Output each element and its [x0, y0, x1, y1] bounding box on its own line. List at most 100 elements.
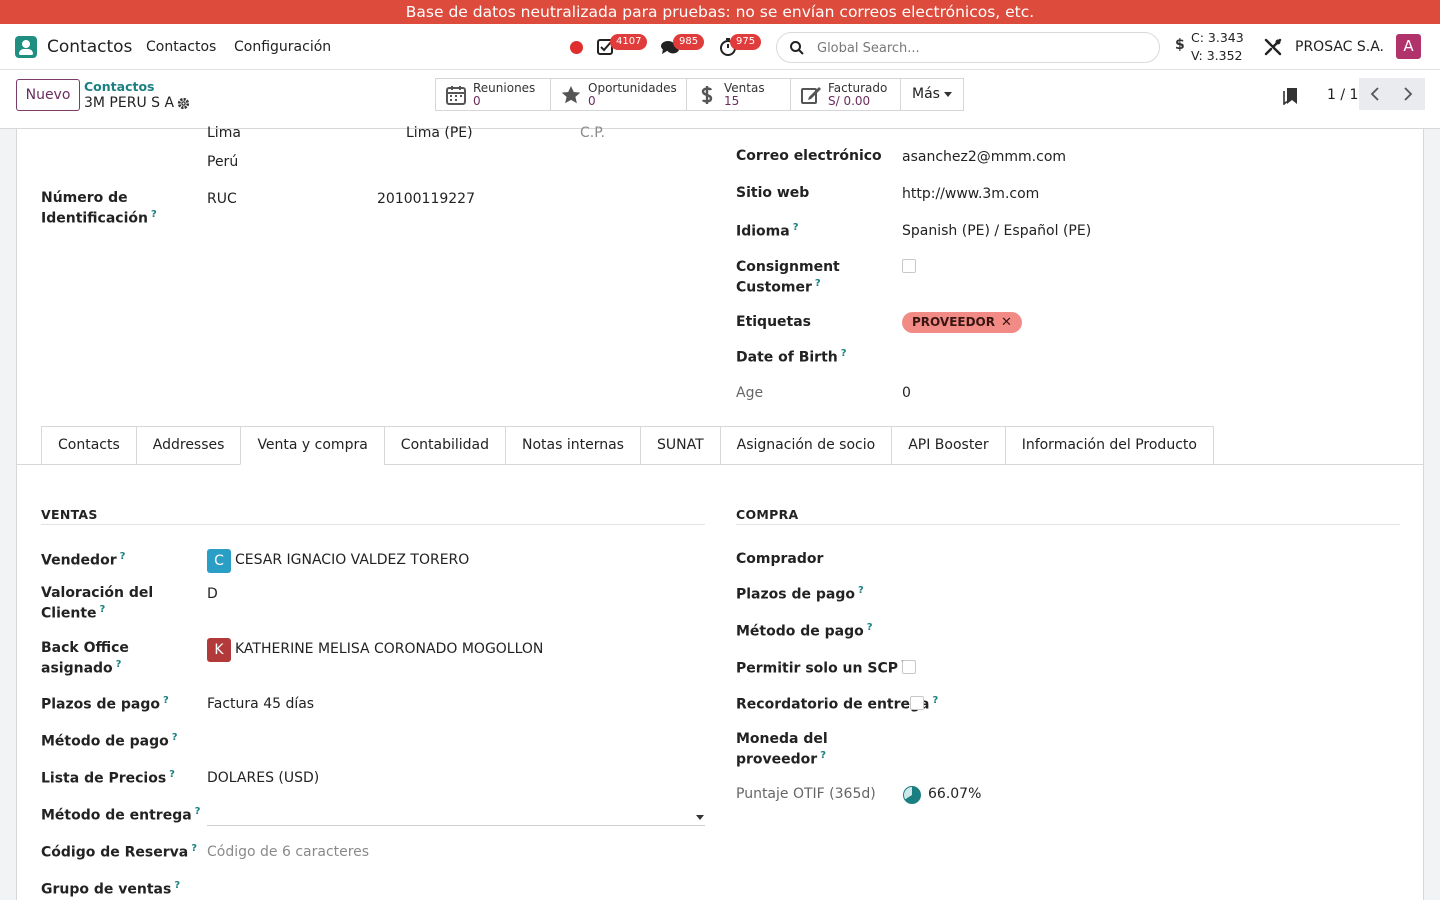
lista-precios-value[interactable]: DOLARES (USD): [207, 770, 319, 786]
user-avatar[interactable]: A: [1396, 34, 1421, 59]
language-label: Idioma?: [736, 222, 799, 240]
backoffice-value[interactable]: KATHERINE MELISA CORONADO MOGOLLON: [235, 641, 543, 657]
tag-proveedor[interactable]: PROVEEDOR ✕: [902, 312, 1022, 333]
rate-sell: V: 3.352: [1191, 48, 1243, 63]
bookmark-icon[interactable]: [1283, 87, 1299, 105]
website-value[interactable]: http://www.3m.com: [902, 186, 1039, 202]
identification-type[interactable]: RUC: [207, 191, 237, 207]
tags-label: Etiquetas: [736, 314, 812, 330]
tab-contacts[interactable]: Contacts: [41, 426, 136, 465]
ventas-plazos-value[interactable]: Factura 45 días: [207, 696, 314, 712]
valoracion-value[interactable]: D: [207, 586, 218, 602]
codigo-reserva-label: Código de Reserva?: [41, 843, 198, 861]
meetings-label: Reuniones: [473, 81, 536, 95]
comprador-label: Comprador: [736, 551, 824, 567]
compra-divider: [736, 524, 1400, 525]
caret-down-icon[interactable]: [696, 815, 704, 820]
company-switcher[interactable]: PROSAC S.A.: [1295, 39, 1384, 55]
top-navbar: Contactos Contactos Configuración 4107 9…: [0, 24, 1440, 70]
address-state[interactable]: Lima (PE): [406, 125, 473, 141]
identification-number[interactable]: 20100119227: [377, 191, 475, 207]
global-search[interactable]: [776, 32, 1160, 63]
help-icon: ?: [191, 843, 198, 854]
help-icon: ?: [119, 551, 126, 562]
contacts-app-icon[interactable]: [15, 36, 37, 58]
menu-contactos[interactable]: Contactos: [146, 39, 216, 55]
help-icon: ?: [857, 585, 864, 596]
help-icon: ?: [820, 750, 827, 761]
pager-value[interactable]: 1 / 1: [1327, 87, 1358, 103]
help-icon: ?: [194, 806, 201, 817]
invoiced-smart-button[interactable]: Facturado S/ 0.00: [791, 79, 901, 110]
tab-addresses[interactable]: Addresses: [135, 426, 241, 465]
opportunities-smart-button[interactable]: Oportunidades 0: [551, 79, 687, 110]
consignment-checkbox[interactable]: [902, 259, 916, 273]
meetings-smart-button[interactable]: Reuniones 0: [436, 79, 551, 110]
star-icon: [561, 86, 581, 104]
backoffice-avatar: K: [207, 638, 231, 662]
close-icon[interactable]: ✕: [1001, 315, 1012, 330]
help-icon: ?: [171, 732, 178, 743]
gear-icon[interactable]: [177, 97, 190, 110]
tab-asignacion-socio[interactable]: Asignación de socio: [719, 426, 892, 465]
tab-api-booster[interactable]: API Booster: [891, 426, 1005, 465]
more-dropdown[interactable]: Más: [901, 79, 963, 110]
ventas-metodo-pago-label: Método de pago?: [41, 732, 178, 750]
menu-configuracion[interactable]: Configuración: [234, 39, 331, 55]
help-icon: ?: [792, 222, 799, 233]
messages-badge: 985: [673, 34, 705, 50]
vendedor-label: Vendedor?: [41, 551, 126, 569]
help-icon: ?: [115, 659, 122, 670]
pager-next-button[interactable]: [1392, 78, 1425, 110]
vendedor-value[interactable]: CESAR IGNACIO VALDEZ TORERO: [235, 552, 469, 568]
email-value[interactable]: asanchez2@mmm.com: [902, 149, 1066, 165]
scp-checkbox[interactable]: [902, 660, 916, 674]
address-country[interactable]: Perú: [207, 154, 238, 170]
help-icon: ?: [932, 695, 939, 706]
tab-notas-internas[interactable]: Notas internas: [505, 426, 640, 465]
website-label: Sitio web: [736, 185, 810, 201]
ventas-divider: [41, 524, 705, 525]
address-city[interactable]: Lima: [207, 125, 241, 141]
sales-smart-button[interactable]: Ventas 15: [687, 79, 791, 110]
breadcrumb-parent[interactable]: Contactos: [84, 79, 154, 94]
breadcrumb-current: 3M PERU S A: [84, 95, 175, 111]
tab-informacion-producto[interactable]: Información del Producto: [1004, 426, 1214, 465]
control-panel: Nuevo Contactos 3M PERU S A Reuniones 0 …: [0, 70, 1440, 129]
language-value[interactable]: Spanish (PE) / Español (PE): [902, 223, 1091, 239]
metodo-entrega-select[interactable]: [207, 825, 705, 826]
new-button[interactable]: Nuevo: [16, 79, 80, 111]
help-icon: ?: [840, 348, 847, 359]
app-name[interactable]: Contactos: [47, 37, 132, 57]
metodo-entrega-label: Método de entrega?: [41, 806, 201, 824]
recordatorio-checkbox[interactable]: [910, 696, 924, 710]
help-icon: ?: [169, 769, 175, 780]
help-icon: ?: [162, 695, 169, 706]
email-label: Correo electrónico: [736, 148, 882, 164]
help-icon: ?: [814, 278, 821, 289]
form-sheet: Lima Lima (PE) C.P. Perú Número de Ident…: [16, 125, 1424, 900]
debug-tools-icon[interactable]: [1263, 37, 1283, 57]
record-dot-icon[interactable]: [570, 41, 583, 54]
tab-venta-compra[interactable]: Venta y compra: [240, 426, 384, 465]
ventas-title: VENTAS: [41, 507, 98, 522]
pager-previous-button[interactable]: [1359, 78, 1392, 110]
global-search-input[interactable]: [817, 38, 1147, 58]
tab-sunat[interactable]: SUNAT: [639, 426, 720, 465]
identification-label: Número de Identificación?: [41, 190, 157, 227]
neutralized-db-banner: Base de datos neutralizada para pruebas:…: [0, 0, 1440, 24]
address-zip[interactable]: C.P.: [580, 125, 605, 141]
backoffice-label: Back Office asignado?: [41, 640, 129, 677]
search-icon: [790, 41, 804, 55]
opportunities-count: 0: [588, 94, 596, 108]
tab-contabilidad[interactable]: Contabilidad: [383, 426, 505, 465]
otif-label: Puntaje OTIF (365d): [736, 786, 876, 802]
caret-down-icon: [943, 91, 952, 97]
notebook-tabs: Contacts Addresses Venta y compra Contab…: [41, 426, 1214, 465]
codigo-reserva-input[interactable]: Código de 6 caracteres: [207, 844, 369, 860]
chevron-right-icon: [1404, 87, 1413, 101]
otif-value: 66.07%: [928, 786, 982, 802]
dob-label: Date of Birth?: [736, 348, 847, 366]
otif-pie-icon: [903, 786, 921, 804]
invoiced-label: Facturado: [828, 81, 888, 95]
